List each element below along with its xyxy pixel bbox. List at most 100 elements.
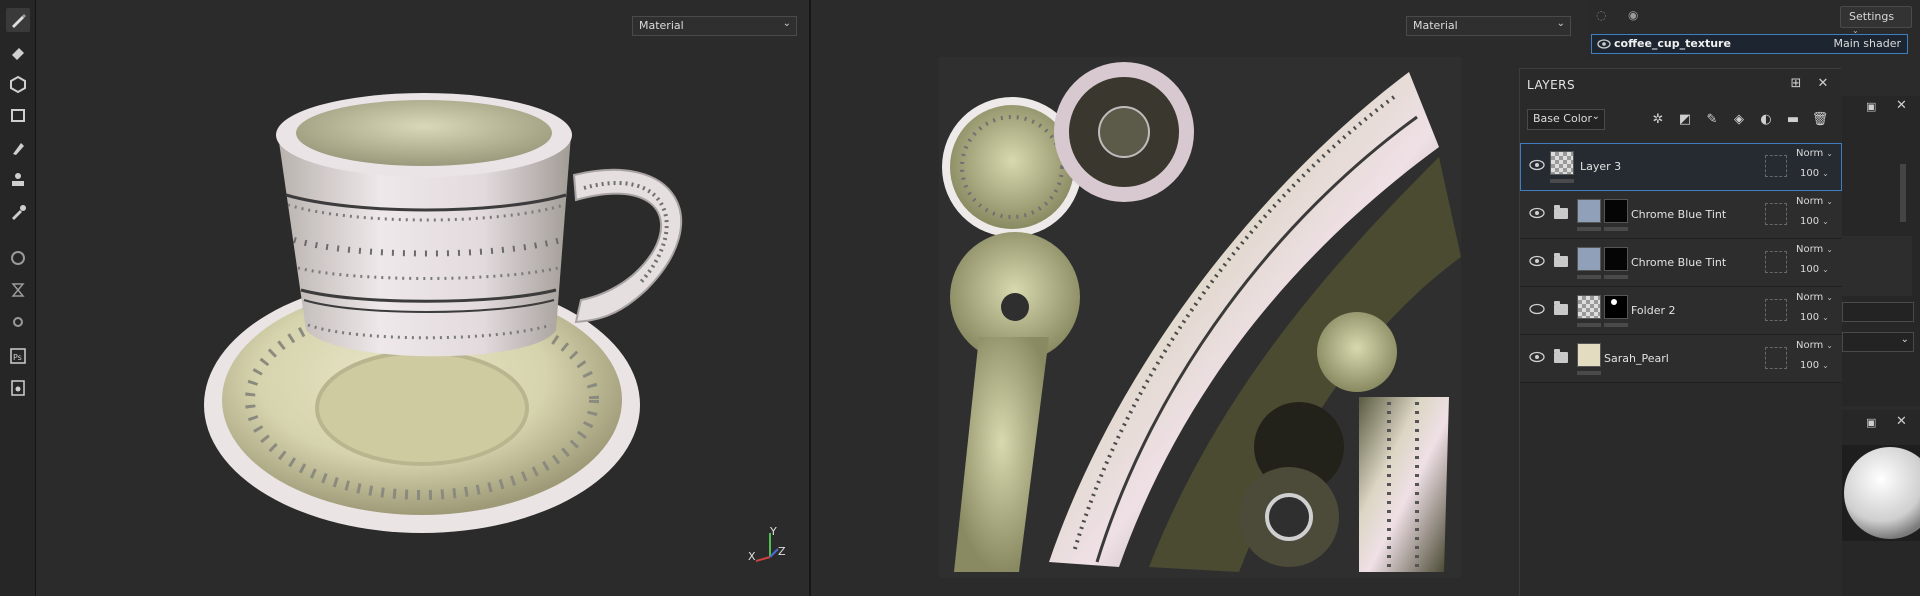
blend-mode-label: Norm — [1796, 148, 1824, 159]
layer-mask-slot[interactable] — [1765, 299, 1787, 321]
chevron-down-icon: ⌄ — [1822, 217, 1829, 226]
gear-icon[interactable] — [6, 310, 30, 334]
maximize-icon[interactable]: ▣ — [1866, 100, 1876, 113]
layer-mask-slot[interactable] — [1765, 251, 1787, 273]
opacity-dropdown[interactable]: 100 ⌄ — [1800, 264, 1829, 275]
delete-layer-icon[interactable]: 🗑 — [1810, 110, 1830, 130]
chevron-down-icon: ⌄ — [1900, 334, 1909, 345]
layer-name: Chrome Blue Tint — [1631, 208, 1727, 221]
close-icon[interactable]: ✕ — [1896, 98, 1907, 113]
layer-thumbnail-bar — [1577, 371, 1601, 375]
visibility-eye-icon[interactable] — [1529, 255, 1545, 267]
svg-text:Ps: Ps — [13, 353, 22, 362]
chevron-down-icon: ⌄ — [1822, 265, 1829, 274]
blend-mode-dropdown[interactable]: Norm ⌄ — [1796, 340, 1833, 351]
layer-name: Folder 2 — [1631, 304, 1676, 317]
viewport-3d[interactable]: Material ⌄ Y X Z — [36, 0, 809, 596]
opacity-value: 100 — [1800, 312, 1820, 323]
coffee-cup-render — [204, 93, 683, 533]
layer-mask-thumbnail — [1604, 247, 1628, 271]
layer-row[interactable]: Layer 3 Norm ⌄ 100 ⌄ — [1520, 143, 1842, 191]
chevron-down-icon: ⌄ — [1826, 293, 1833, 302]
chevron-down-icon: ⌄ — [1826, 197, 1833, 206]
property-block — [1842, 236, 1912, 296]
layer-thumbnail — [1577, 199, 1601, 223]
scrollbar[interactable] — [1900, 164, 1906, 222]
close-icon[interactable]: ✕ — [1896, 414, 1907, 429]
bake-settings-icon[interactable] — [6, 246, 30, 270]
chevron-down-icon: ⌄ — [1822, 169, 1829, 178]
opacity-value: 100 — [1800, 216, 1820, 227]
texture-set-row[interactable]: coffee_cup_texture Main shader — [1591, 34, 1908, 54]
visibility-eye-off-icon[interactable] — [1529, 303, 1545, 315]
add-mask-icon[interactable]: ◩ — [1675, 110, 1695, 130]
layer-mask-thumbnail — [1604, 199, 1628, 223]
opacity-value: 100 — [1800, 360, 1820, 371]
blend-mode-dropdown[interactable]: Norm ⌄ — [1796, 148, 1833, 159]
layer-name: Layer 3 — [1580, 160, 1622, 173]
blend-mode-dropdown[interactable]: Norm ⌄ — [1796, 196, 1833, 207]
add-paint-layer-icon[interactable]: ✎ — [1702, 110, 1722, 130]
layers-panel: LAYERS ⊞ ✕ Base Color ⌄ ✲ ◩ ✎ ◈ ◐ ▬ 🗑 La… — [1519, 68, 1842, 596]
opacity-dropdown[interactable]: 100 ⌄ — [1800, 216, 1829, 227]
layer-row[interactable]: Chrome Blue Tint Norm ⌄ 100 ⌄ — [1520, 191, 1842, 239]
properties-panel: ▣ ✕ ⌄ — [1842, 96, 1920, 406]
eye-icon[interactable]: ◉ — [1628, 8, 1638, 22]
eye-icon[interactable] — [1597, 39, 1611, 49]
layer-mask-slot[interactable] — [1765, 203, 1787, 225]
layer-mask-slot[interactable] — [1765, 347, 1787, 369]
opacity-dropdown[interactable]: 100 ⌄ — [1800, 360, 1829, 371]
color-picker-icon[interactable] — [6, 200, 30, 224]
hide-icon[interactable]: ◌ — [1596, 8, 1606, 22]
settings-button[interactable]: Settings ⌄ — [1840, 6, 1912, 35]
blend-mode-label: Norm — [1796, 292, 1824, 303]
photoshop-export-icon[interactable]: Ps — [6, 344, 30, 368]
layer-mask-bar — [1604, 275, 1628, 279]
visibility-eye-icon[interactable] — [1529, 351, 1545, 363]
hourglass-icon[interactable] — [6, 278, 30, 302]
projection-cube-icon[interactable] — [6, 72, 30, 96]
opacity-value: 100 — [1800, 264, 1820, 275]
chevron-down-icon: ⌄ — [1826, 341, 1833, 350]
layer-thumbnail — [1550, 151, 1574, 175]
visibility-eye-icon[interactable] — [1529, 207, 1545, 219]
layer-mask-thumbnail — [1604, 295, 1628, 319]
add-fill-layer-icon[interactable]: ◈ — [1729, 110, 1749, 130]
layer-row[interactable]: Chrome Blue Tint Norm ⌄ 100 ⌄ — [1520, 239, 1842, 287]
viewport-2d-mode-dropdown[interactable]: Material ⌄ — [1406, 16, 1571, 36]
folder-icon — [1554, 301, 1568, 315]
layer-row[interactable]: Sarah_Pearl Norm ⌄ 100 ⌄ — [1520, 335, 1842, 383]
property-input[interactable] — [1842, 302, 1914, 322]
add-folder-icon[interactable]: ▬ — [1783, 110, 1803, 130]
visibility-eye-icon[interactable] — [1529, 159, 1545, 171]
opacity-value: 100 — [1800, 168, 1820, 179]
export-document-icon[interactable] — [6, 376, 30, 400]
dock-icon[interactable]: ⊞ — [1789, 77, 1803, 91]
chevron-down-icon: ⌄ — [1822, 313, 1829, 322]
paint-brush-icon[interactable] — [6, 8, 30, 32]
layer-mask-bar — [1604, 227, 1628, 231]
layer-name: Chrome Blue Tint — [1631, 256, 1727, 269]
property-dropdown[interactable]: ⌄ — [1842, 332, 1914, 352]
smudge-icon[interactable] — [6, 136, 30, 160]
layers-panel-title: LAYERS — [1527, 78, 1576, 92]
layer-mask-slot[interactable] — [1765, 155, 1787, 177]
add-effect-wand-icon[interactable]: ✲ — [1648, 110, 1668, 130]
add-smart-material-icon[interactable]: ◐ — [1756, 110, 1776, 130]
channel-dropdown[interactable]: Base Color ⌄ — [1527, 109, 1605, 130]
eraser-icon[interactable] — [6, 40, 30, 64]
polygon-fill-icon[interactable] — [6, 104, 30, 128]
clone-stamp-icon[interactable] — [6, 168, 30, 192]
shader-preview-panel: ▣ ✕ — [1842, 410, 1920, 596]
axis-y-label: Y — [770, 525, 777, 538]
close-icon[interactable]: ✕ — [1816, 77, 1830, 91]
blend-mode-dropdown[interactable]: Norm ⌄ — [1796, 292, 1833, 303]
layer-thumbnail-bar — [1577, 227, 1601, 231]
blend-mode-dropdown[interactable]: Norm ⌄ — [1796, 244, 1833, 255]
opacity-dropdown[interactable]: 100 ⌄ — [1800, 312, 1829, 323]
blend-mode-label: Norm — [1796, 244, 1824, 255]
blend-mode-label: Norm — [1796, 196, 1824, 207]
opacity-dropdown[interactable]: 100 ⌄ — [1800, 168, 1829, 179]
maximize-icon[interactable]: ▣ — [1866, 416, 1876, 429]
layer-row[interactable]: Folder 2 Norm ⌄ 100 ⌄ — [1520, 287, 1842, 335]
